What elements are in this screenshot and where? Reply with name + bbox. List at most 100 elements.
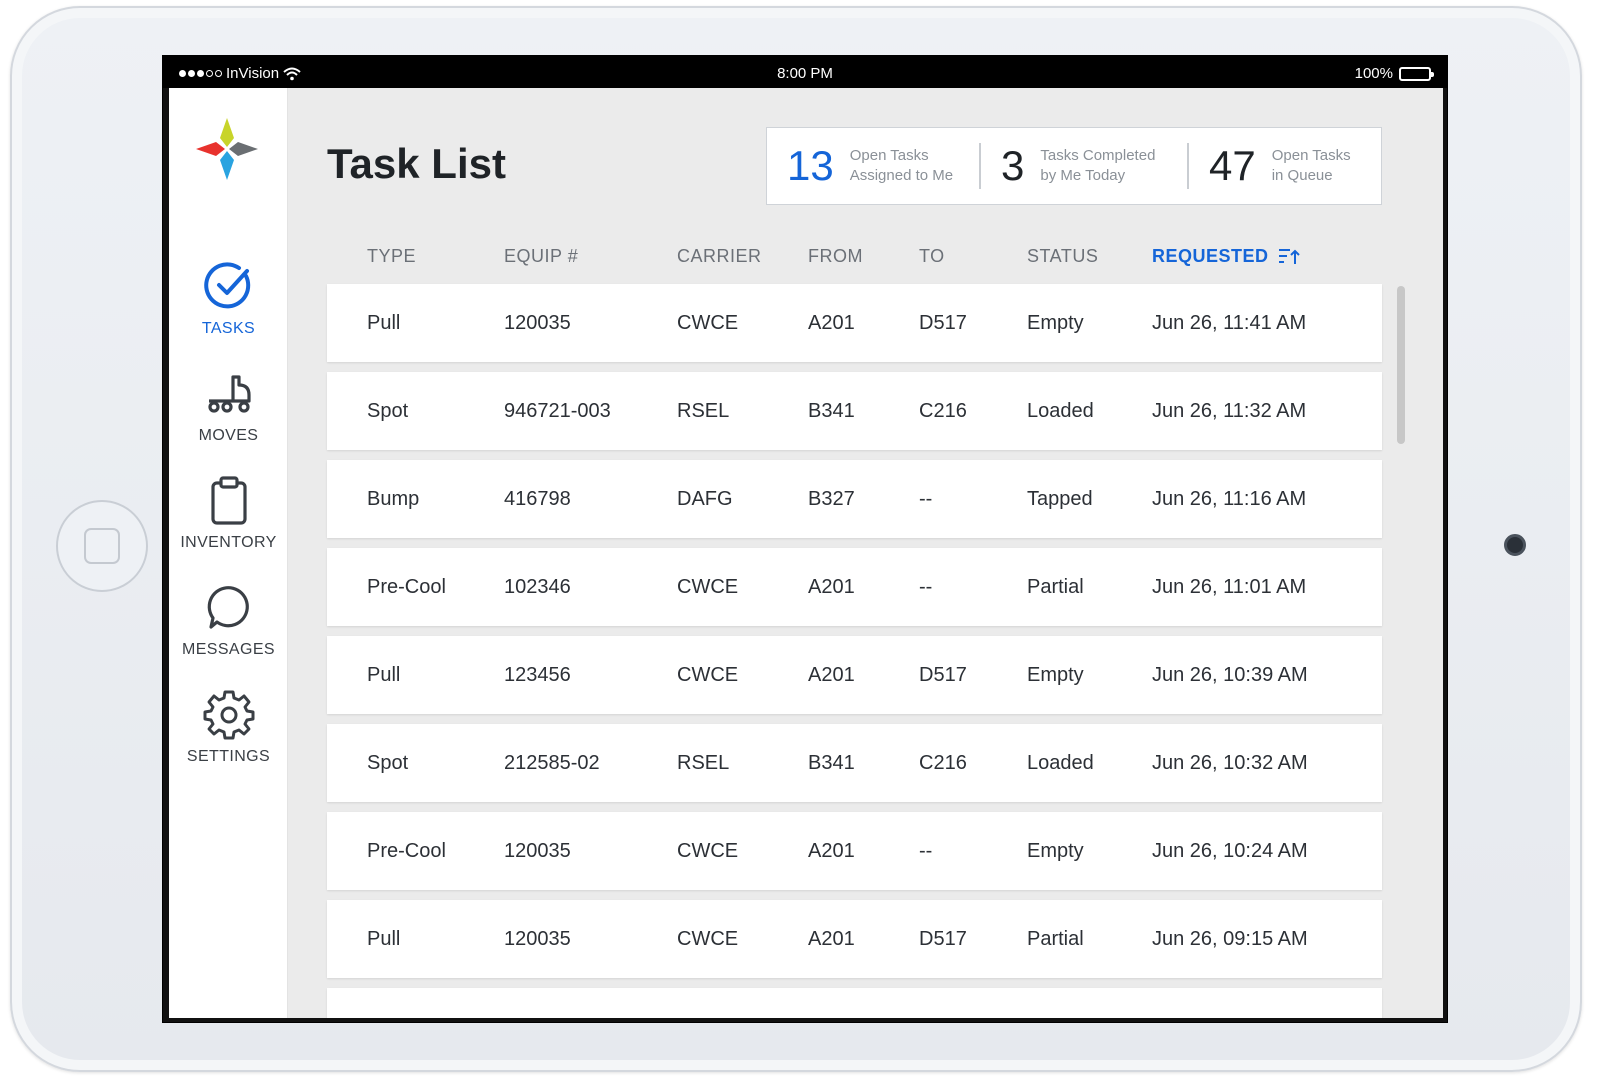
cell-carrier: CWCE bbox=[677, 312, 739, 334]
sidebar-item-settings[interactable]: SETTINGS bbox=[169, 688, 288, 766]
stat-value: 3 bbox=[1001, 142, 1025, 189]
stat-label: Open Tasks Assigned to Me bbox=[849, 147, 954, 184]
cell-requested: Jun 26, 11:01 AM bbox=[1152, 576, 1307, 598]
column-header-to[interactable]: TO bbox=[919, 246, 945, 267]
cell-type: Bump bbox=[367, 488, 420, 510]
sidebar-item-label: MOVES bbox=[198, 427, 259, 444]
sidebar: TASKS MOVES INVENTORY MESSAGES SETTINGS bbox=[169, 88, 288, 1018]
cell-equip: 123456 bbox=[504, 664, 571, 686]
column-header-status[interactable]: STATUS bbox=[1027, 246, 1098, 267]
cell-status: Loaded bbox=[1027, 752, 1094, 774]
column-header-carrier[interactable]: CARRIER bbox=[677, 246, 762, 267]
scrollbar[interactable] bbox=[1397, 286, 1405, 444]
stat-value: 13 bbox=[787, 142, 834, 189]
table-row[interactable]: Pre-Cool 120035 CWCE A201 -- Empty Jun 26, 10:… bbox=[327, 812, 1382, 890]
cell-type: Pull bbox=[367, 928, 401, 950]
app: TASKS MOVES INVENTORY MESSAGES SETTINGS … bbox=[169, 88, 1443, 1018]
status-bar: InVision 8:00 PM 100% bbox=[163, 56, 1447, 88]
cell-carrier: CWCE bbox=[677, 840, 739, 862]
sidebar-item-label: MESSAGES bbox=[181, 641, 275, 658]
cell-carrier: CWCE bbox=[677, 928, 739, 950]
cell-to: D517 bbox=[919, 664, 967, 686]
cell-from: B327 bbox=[808, 488, 855, 510]
cell-type: Pull bbox=[367, 312, 401, 334]
cell-status: Partial bbox=[1027, 928, 1084, 950]
cell-equip: 120035 bbox=[504, 928, 571, 950]
sort-ascending-icon[interactable] bbox=[1278, 246, 1300, 266]
cell-equip: 102346 bbox=[504, 576, 571, 598]
check-circle-icon bbox=[203, 262, 250, 309]
cell-equip: 212585-02 bbox=[504, 752, 600, 774]
sidebar-item-label: INVENTORY bbox=[180, 534, 277, 551]
cell-from: B341 bbox=[808, 400, 855, 422]
sidebar-item-tasks[interactable]: TASKS bbox=[169, 260, 288, 338]
cell-requested: Jun 26, 10:39 AM bbox=[1152, 664, 1308, 686]
gear-icon bbox=[203, 690, 254, 740]
cell-equip: 120035 bbox=[504, 840, 571, 862]
cell-requested: Jun 26, 11:16 AM bbox=[1152, 488, 1307, 510]
cell-to: -- bbox=[919, 488, 933, 510]
stat-label: Open Tasks in Queue bbox=[1271, 147, 1351, 184]
page-title: Task List bbox=[327, 140, 506, 187]
cell-equip: 120035 bbox=[504, 312, 571, 334]
cell-equip: 416798 bbox=[504, 488, 571, 510]
sidebar-item-inventory[interactable]: INVENTORY bbox=[169, 474, 288, 552]
cell-type: Pre-Cool bbox=[367, 840, 446, 862]
stat-open-queue[interactable]: 47 Open Tasks in Queue bbox=[1187, 142, 1381, 189]
battery-icon bbox=[1399, 66, 1434, 81]
cell-requested: Jun 26, 09:15 AM bbox=[1152, 928, 1308, 950]
truck-icon bbox=[207, 375, 251, 413]
stats-panel: 13 Open Tasks Assigned to Me 3 Tasks Com… bbox=[766, 127, 1382, 205]
cell-from: A201 bbox=[808, 312, 855, 334]
table-row[interactable]: Spot 212585-02 RSEL B341 C216 Loaded Jun 26, 1… bbox=[327, 724, 1382, 802]
cell-carrier: CWCE bbox=[677, 576, 739, 598]
cell-type: Pre-Cool bbox=[367, 576, 446, 598]
stat-completed-today[interactable]: 3 Tasks Completed by Me Today bbox=[979, 142, 1187, 189]
cell-from: A201 bbox=[808, 576, 855, 598]
cell-to: C216 bbox=[919, 400, 967, 422]
table-row[interactable]: Bump 416798 DAFG B327 -- Tapped Jun 26, 11:16 … bbox=[327, 460, 1382, 538]
cell-to: D517 bbox=[919, 928, 967, 950]
table-row[interactable]: Pull 120035 CWCE A201 D517 Empty Jun 26, 11:41… bbox=[327, 284, 1382, 362]
front-camera bbox=[1504, 534, 1526, 556]
cell-from: B341 bbox=[808, 752, 855, 774]
stat-label: Tasks Completed by Me Today bbox=[1040, 147, 1156, 184]
column-header-type[interactable]: TYPE bbox=[367, 246, 416, 267]
cell-requested: Jun 26, 10:32 AM bbox=[1152, 752, 1308, 774]
status-bar-time: 8:00 PM bbox=[777, 65, 833, 82]
sidebar-item-messages[interactable]: MESSAGES bbox=[169, 581, 288, 659]
table-row[interactable]: Spot 946721-003 RSEL B341 C216 Loaded Jun 26, … bbox=[327, 372, 1382, 450]
table-row[interactable]: Pull 123456 CWCE A201 D517 Empty Jun 26, 10:39… bbox=[327, 636, 1382, 714]
sidebar-item-label: TASKS bbox=[201, 320, 256, 337]
cell-status: Loaded bbox=[1027, 400, 1094, 422]
cell-requested: Jun 26, 10:24 AM bbox=[1152, 840, 1308, 862]
stat-open-assigned[interactable]: 13 Open Tasks Assigned to Me bbox=[767, 128, 979, 204]
column-header-equip[interactable]: EQUIP # bbox=[504, 246, 578, 267]
cell-status: Tapped bbox=[1027, 488, 1093, 510]
table-row[interactable]: Pull 120035 CWCE A201 D517 Partial Jun 26, 09:… bbox=[327, 900, 1382, 978]
battery-percent: 100% bbox=[1354, 65, 1393, 82]
cell-to: -- bbox=[919, 840, 933, 862]
cell-from: A201 bbox=[808, 928, 855, 950]
home-button-square bbox=[84, 528, 120, 564]
table-row[interactable]: Pre-Cool 102346 CWCE A201 -- Partial Jun 26, 1… bbox=[327, 548, 1382, 626]
cell-type: Pull bbox=[367, 664, 401, 686]
cell-requested: Jun 26, 11:32 AM bbox=[1152, 400, 1307, 422]
screen: InVision 8:00 PM 100% TASKS MOVES INVENT… bbox=[162, 55, 1448, 1023]
cell-status: Empty bbox=[1027, 312, 1084, 334]
home-button[interactable] bbox=[56, 500, 148, 592]
cell-carrier: DAFG bbox=[677, 488, 733, 510]
sidebar-item-moves[interactable]: MOVES bbox=[169, 367, 288, 445]
cell-status: Empty bbox=[1027, 840, 1084, 862]
table-row-partial[interactable] bbox=[327, 988, 1382, 1018]
cell-to: D517 bbox=[919, 312, 967, 334]
column-header-requested[interactable]: REQUESTED bbox=[1152, 246, 1269, 267]
cell-equip: 946721-003 bbox=[504, 400, 611, 422]
cell-status: Partial bbox=[1027, 576, 1084, 598]
status-bar-battery: 100% bbox=[1354, 65, 1434, 82]
cell-from: A201 bbox=[808, 664, 855, 686]
cell-carrier: CWCE bbox=[677, 664, 739, 686]
cell-carrier: RSEL bbox=[677, 752, 730, 774]
cell-carrier: RSEL bbox=[677, 400, 730, 422]
column-header-from[interactable]: FROM bbox=[808, 246, 863, 267]
